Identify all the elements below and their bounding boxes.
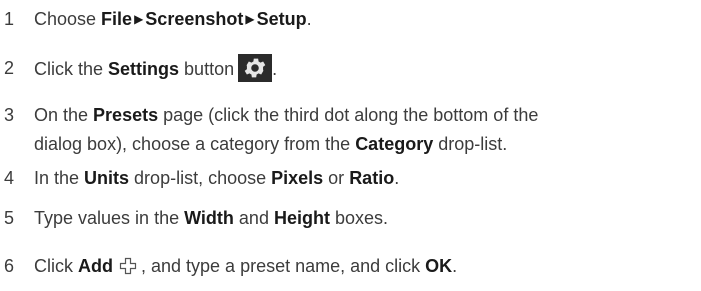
gear-icon bbox=[244, 58, 266, 78]
step-number: 4 bbox=[4, 168, 15, 188]
menu-setup: Setup bbox=[256, 9, 307, 29]
units-label: Units bbox=[84, 168, 130, 188]
step-number: 1 bbox=[4, 9, 15, 29]
pixels-label: Pixels bbox=[271, 168, 324, 188]
presets-label: Presets bbox=[93, 105, 159, 125]
step-number: 3 bbox=[4, 105, 15, 125]
menu-file: File bbox=[101, 9, 133, 29]
instruction-steps: 1 Choose File ▶ Screenshot ▶ Setup. 2 Click … bbox=[0, 0, 701, 291]
menu-screenshot: Screenshot bbox=[145, 9, 244, 29]
step-number: 5 bbox=[4, 208, 15, 228]
add-label: Add bbox=[78, 256, 113, 276]
width-label: Width bbox=[184, 208, 234, 228]
height-label: Height bbox=[273, 208, 330, 228]
ok-label: OK bbox=[425, 256, 453, 276]
menu-arrow-icon: ▶ bbox=[245, 12, 255, 26]
step-number: 2 bbox=[4, 58, 15, 78]
plus-icon bbox=[119, 255, 137, 284]
ratio-label: Ratio bbox=[349, 168, 395, 188]
category-label: Category bbox=[355, 134, 434, 154]
menu-arrow-icon: ▶ bbox=[134, 12, 144, 26]
step-number: 6 bbox=[4, 256, 15, 276]
settings-button bbox=[238, 54, 273, 82]
settings-label: Settings bbox=[108, 59, 180, 79]
